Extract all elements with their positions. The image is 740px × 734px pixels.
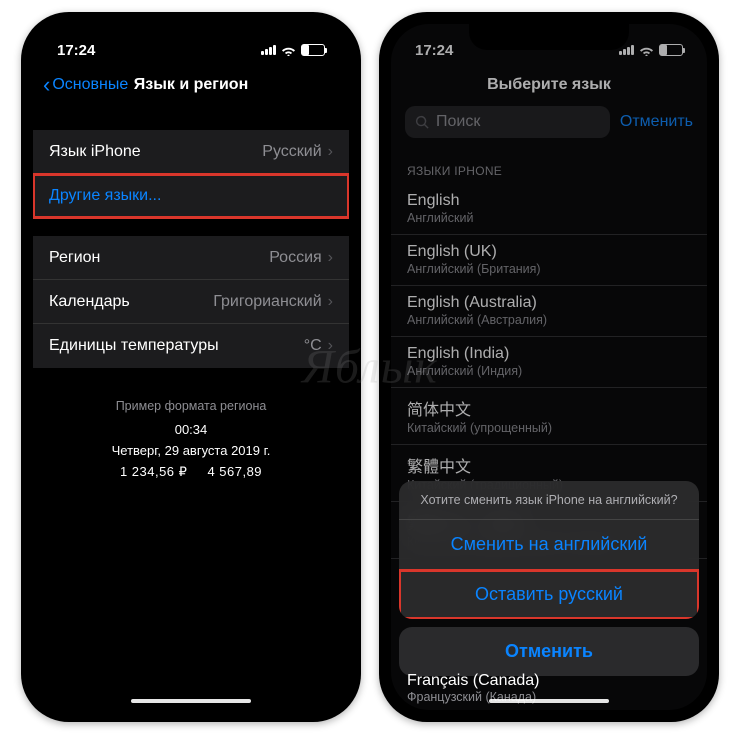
label: Язык iPhone [49,143,141,161]
example-title: Пример формата региона [33,396,349,416]
home-indicator[interactable] [489,699,609,703]
example-time: 00:34 [33,420,349,441]
row-iphone-language[interactable]: Язык iPhone Русский › [33,130,349,174]
wifi-icon [281,45,296,56]
label: Другие языки... [49,187,161,205]
screen-right: 17:24 Выберите язык Поиск Отменить ЯЗЫКИ… [391,24,707,710]
notch [469,24,629,50]
screen-left: 17:24 ‹ Основные Язык и регион Язык iPho… [33,24,349,710]
phone-left: 17:24 ‹ Основные Язык и регион Язык iPho… [21,12,361,722]
value: Русский › [262,143,333,161]
back-label: Основные [52,76,128,94]
sheet-keep-button[interactable]: Оставить русский [399,570,699,619]
phone-right: 17:24 Выберите язык Поиск Отменить ЯЗЫКИ… [379,12,719,722]
row-temperature[interactable]: Единицы температуры °C › [33,324,349,368]
example-numbers: 1 234,56 ₽4 567,89 [33,462,349,483]
chevron-right-icon: › [328,293,333,311]
chevron-left-icon: ‹ [43,74,50,96]
example-date: Четверг, 29 августа 2019 г. [33,441,349,462]
chevron-right-icon: › [328,337,333,355]
action-sheet-overlay: Хотите сменить язык iPhone на английский… [391,24,707,710]
sheet-title: Хотите сменить язык iPhone на английский… [399,481,699,520]
label: Единицы температуры [49,337,219,355]
page-title: Язык и регион [134,76,248,94]
battery-icon [301,44,325,56]
status-time: 17:24 [57,42,95,59]
notch [111,24,271,50]
row-calendar[interactable]: Календарь Григорианский › [33,280,349,324]
chevron-right-icon: › [328,143,333,161]
row-other-languages[interactable]: Другие языки... [33,174,349,218]
sheet-change-button[interactable]: Сменить на английский [399,520,699,570]
group-region: Регион Россия › Календарь Григорианский … [33,236,349,368]
nav-header: ‹ Основные Язык и регион [33,64,349,108]
label: Календарь [49,293,130,311]
value: °C › [304,337,333,355]
group-language: Язык iPhone Русский › Другие языки... [33,130,349,218]
home-indicator[interactable] [131,699,251,703]
region-format-example: Пример формата региона 00:34 Четверг, 29… [33,396,349,482]
back-button[interactable]: ‹ Основные [43,74,128,96]
chevron-right-icon: › [328,249,333,267]
action-sheet: Хотите сменить язык iPhone на английский… [399,481,699,619]
value: Россия › [269,249,333,267]
sheet-cancel-button[interactable]: Отменить [399,627,699,676]
label: Регион [49,249,100,267]
row-region[interactable]: Регион Россия › [33,236,349,280]
value: Григорианский › [213,293,333,311]
status-icons [261,44,325,56]
